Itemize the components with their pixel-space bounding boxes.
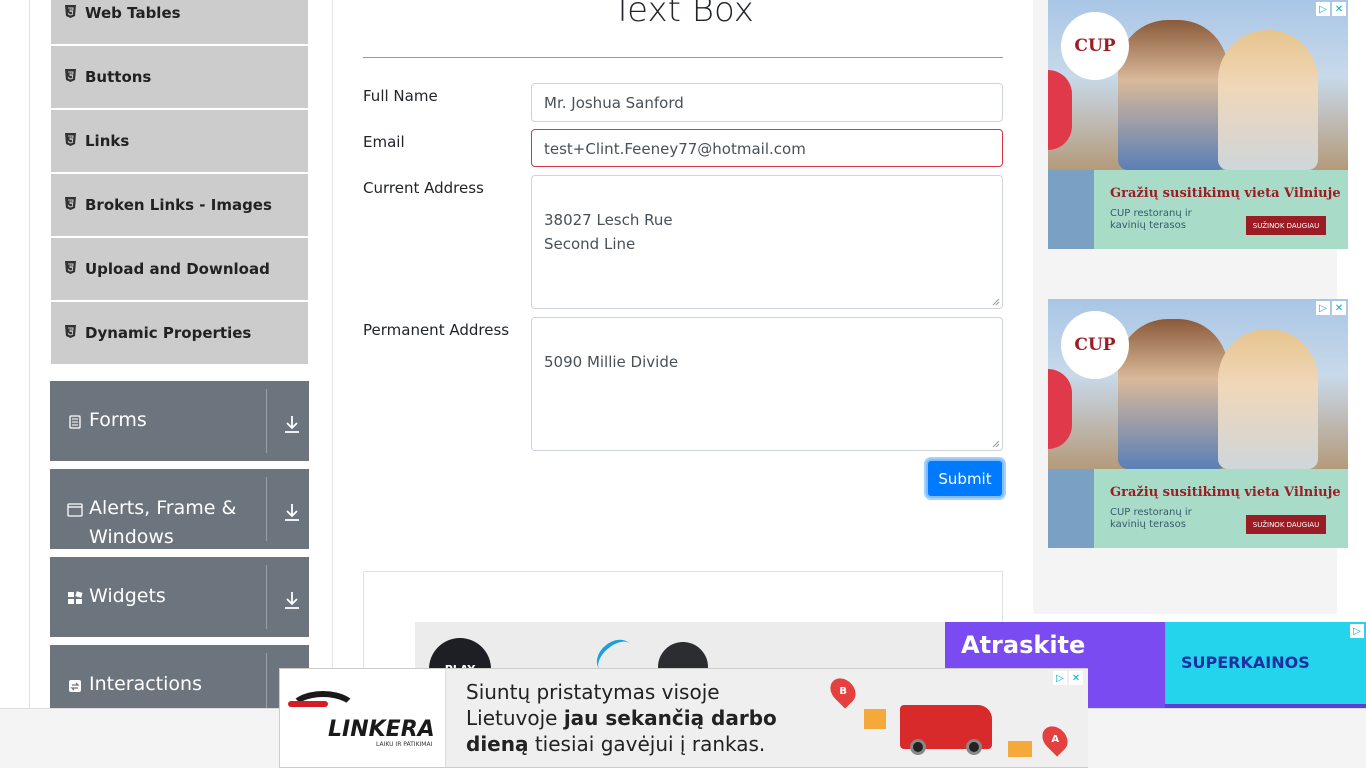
group-alerts-frame-windows[interactable]: Alerts, Frame & Windows (50, 469, 309, 549)
group-label: Alerts, Frame & Windows (89, 497, 237, 548)
current-address-value: 38027 Lesch Rue Second Line (544, 211, 673, 253)
permanent-address-label: Permanent Address (363, 321, 510, 339)
current-address-label: Current Address (363, 179, 484, 197)
ad-choices[interactable]: ▷ ✕ (1316, 2, 1346, 16)
ad-subtext: CUP restoranų ir kavinių terasos (1110, 208, 1192, 231)
adchoices-icon[interactable]: ▷ (1053, 671, 1067, 685)
ad-person (1118, 319, 1228, 469)
sidebar-item-label: Buttons (85, 68, 152, 86)
email-input[interactable]: test+Clint.Feeney77@hotmail.com (531, 129, 1003, 167)
adchoices-icon[interactable]: ▷ (1316, 2, 1330, 16)
linkera-line3-bold: dieną (466, 732, 529, 756)
permanent-address-textarea[interactable]: 5090 Millie Divide (531, 317, 1003, 451)
ad-banner-superkainos[interactable]: SUPERKAINOS ▷ (1165, 622, 1366, 708)
email-label: Email (363, 133, 405, 151)
sidebar-item-label: Links (85, 132, 130, 150)
envelope-icon (1008, 741, 1032, 757)
title-divider (363, 57, 1003, 58)
linkera-line2-bold: jau sekančią darbo (563, 706, 777, 730)
adchoices-icon[interactable]: ▷ (1350, 624, 1364, 638)
adchoices-icon[interactable]: ▷ (1316, 301, 1330, 315)
linkera-tagline: LAIKU IR PATIKIMAI (376, 741, 433, 748)
ad-banner-cup-1[interactable]: CUP Gražių susitikimų vieta Vilniuje CUP… (1048, 0, 1348, 249)
group-divider (266, 565, 267, 629)
ad-superkainos-text: SUPERKAINOS (1181, 653, 1310, 672)
ad-cta-button[interactable]: SUŽINOK DAUGIAU (1246, 515, 1326, 534)
sidebar-item-label: Upload and Download (85, 260, 270, 278)
resize-handle-icon[interactable] (992, 440, 1000, 448)
sidebar-item-dynamic-properties[interactable]: Dynamic Properties (51, 302, 308, 364)
resize-handle-icon[interactable] (992, 298, 1000, 306)
current-address-textarea[interactable]: 38027 Lesch Rue Second Line (531, 175, 1003, 309)
cup-logo: CUP (1061, 12, 1129, 80)
sidebar-item-links[interactable]: Links (51, 110, 308, 172)
ad-person (1118, 20, 1228, 170)
left-border (29, 0, 30, 708)
sidebar-divider (332, 0, 333, 708)
submit-button[interactable]: Submit (926, 459, 1004, 498)
ad-decoration (1048, 369, 1072, 449)
html5-icon (65, 4, 76, 18)
ad-choices[interactable]: ▷ ✕ (1053, 671, 1083, 685)
linkera-line3-post: tiesiai gavėjui į rankas. (528, 732, 766, 756)
permanent-address-value: 5090 Millie Divide (544, 353, 679, 371)
ad-banner-linkera[interactable]: LINKERA LAIKU IR PATIKIMAI Siuntų prista… (279, 668, 1088, 768)
sidebar-item-label: Web Tables (85, 4, 181, 22)
download-icon[interactable] (283, 590, 301, 610)
logo-swoosh (288, 701, 328, 707)
sidebar-item-label: Broken Links - Images (85, 196, 272, 214)
close-icon[interactable]: ✕ (1332, 2, 1346, 16)
group-label: Forms (89, 409, 147, 431)
download-icon[interactable] (283, 502, 301, 522)
ad-headline: Gražių susitikimų vieta Vilniuje (1110, 485, 1341, 500)
ad-decoration (1048, 70, 1072, 150)
widgets-icon (68, 591, 83, 604)
html5-icon (65, 68, 76, 82)
html5-icon (65, 260, 76, 274)
interactions-icon (69, 680, 81, 692)
linkera-line1: Siuntų pristatymas visoje (466, 680, 720, 704)
ad-cta-button[interactable]: SUŽINOK DAUGIAU (1246, 216, 1326, 235)
form-icon (69, 415, 81, 429)
full-name-label: Full Name (363, 87, 438, 105)
html5-icon (65, 196, 76, 210)
linkera-logo: LINKERA LAIKU IR PATIKIMAI (280, 669, 446, 767)
ad-headline: Gražių susitikimų vieta Vilniuje (1110, 186, 1341, 201)
cup-logo: CUP (1061, 311, 1129, 379)
window-icon (67, 503, 83, 517)
page: Web Tables Buttons Links Broken Links - … (0, 0, 1366, 768)
group-forms[interactable]: Forms (50, 381, 309, 461)
sidebar-item-label: Dynamic Properties (85, 324, 252, 342)
full-name-input[interactable]: Mr. Joshua Sanford (531, 83, 1003, 122)
group-interactions[interactable]: Interactions (50, 645, 309, 717)
group-widgets[interactable]: Widgets (50, 557, 309, 637)
package-icon (864, 709, 886, 729)
close-icon[interactable]: ✕ (1332, 301, 1346, 315)
sidebar-item-web-tables[interactable]: Web Tables (51, 0, 308, 44)
linkera-line2-pre: Lietuvoje (466, 706, 564, 730)
group-label: Widgets (89, 585, 166, 607)
close-icon[interactable]: ✕ (1069, 671, 1083, 685)
page-title: Text Box (612, 0, 754, 30)
html5-icon (65, 324, 76, 338)
sidebar-item-upload-download[interactable]: Upload and Download (51, 238, 308, 300)
ad-subtext: CUP restoranų ir kavinių terasos (1110, 507, 1192, 530)
linkera-message: Siuntų pristatymas visoje Lietuvoje jau … (466, 679, 786, 757)
ad-banner-cup-2[interactable]: CUP Gražių susitikimų vieta Vilniuje CUP… (1048, 299, 1348, 548)
download-icon[interactable] (283, 414, 301, 434)
sidebar-item-buttons[interactable]: Buttons (51, 46, 308, 108)
van-wheel (966, 739, 982, 755)
group-divider (266, 389, 267, 453)
group-label: Interactions (89, 673, 202, 695)
ad-person (1218, 30, 1318, 170)
html5-icon (65, 132, 76, 146)
ad-choices[interactable]: ▷ ✕ (1316, 301, 1346, 315)
sidebar-item-broken-links[interactable]: Broken Links - Images (51, 174, 308, 236)
group-divider (266, 477, 267, 541)
ad-person (1218, 329, 1318, 469)
linkera-brand: LINKERA (328, 717, 435, 742)
van-wheel (910, 739, 926, 755)
